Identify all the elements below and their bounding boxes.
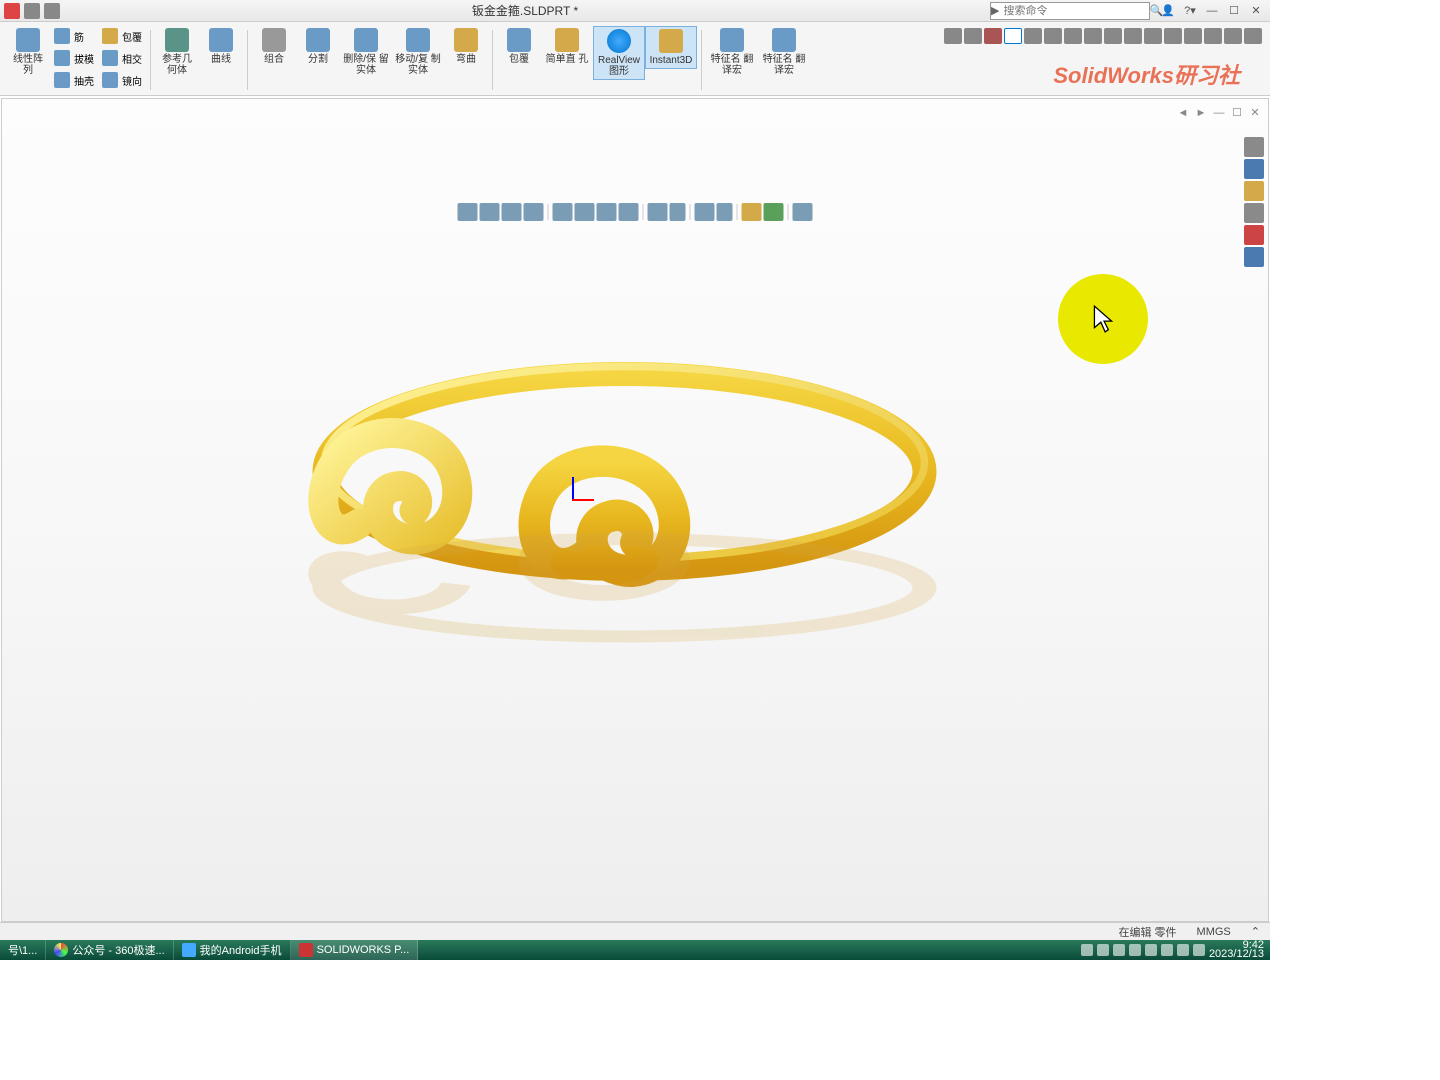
filter-icon-9[interactable]	[1104, 28, 1122, 44]
vt-icon-a[interactable]	[695, 203, 715, 221]
minimize-button[interactable]: —	[1202, 3, 1222, 19]
mirror-button[interactable]: 镜向	[98, 70, 146, 90]
status-chevron-icon[interactable]: ⌃	[1251, 925, 1260, 938]
home-icon[interactable]	[1244, 137, 1264, 157]
shell-button[interactable]: 抽壳	[50, 70, 98, 90]
document-title: 钣金金箍.SLDPRT *	[60, 2, 990, 19]
watermark-text: SolidWorks研习社	[1053, 58, 1240, 90]
hide-show-icon[interactable]	[597, 203, 617, 221]
task-item-2[interactable]: 公众号 - 360极速...	[46, 940, 173, 960]
search-box[interactable]: ▶ 🔍	[990, 2, 1150, 20]
gear-icon[interactable]	[44, 3, 60, 19]
display-style-icon[interactable]	[575, 203, 595, 221]
appearances-icon[interactable]	[1244, 247, 1264, 267]
feature-name-macro-button[interactable]: 特征名 翻译宏	[706, 26, 758, 78]
curves-button[interactable]: 曲线	[199, 26, 243, 67]
task-item-3[interactable]: 我的Android手机	[174, 940, 291, 960]
realview-button[interactable]: RealView 图形	[593, 26, 645, 80]
tray-icon-8[interactable]	[1193, 944, 1205, 956]
filter-icon-8[interactable]	[1084, 28, 1102, 44]
rib-button[interactable]: 筋	[50, 26, 98, 46]
ref-geometry-button[interactable]: 参考几 何体	[155, 26, 199, 78]
tray-icon-1[interactable]	[1081, 944, 1093, 956]
tray-icon-6[interactable]	[1161, 944, 1173, 956]
vp-prev-icon[interactable]: ◄	[1176, 107, 1190, 119]
close-button[interactable]: ✕	[1246, 3, 1266, 19]
view-heads-up-toolbar	[458, 201, 813, 223]
filter-icon-5[interactable]	[1024, 28, 1042, 44]
linear-pattern-button[interactable]: 线性阵 列	[6, 26, 50, 78]
vt-icon-b[interactable]	[717, 203, 733, 221]
status-bar: 在编辑 零件 MMGS ⌃	[0, 922, 1270, 940]
design-library-icon[interactable]	[1244, 181, 1264, 201]
filter-icon-15[interactable]	[1224, 28, 1242, 44]
filter-icon-12[interactable]	[1164, 28, 1182, 44]
view-palette-icon[interactable]	[1244, 225, 1264, 245]
filter-icon-3[interactable]	[984, 28, 1002, 44]
tray-icon-5[interactable]	[1145, 944, 1157, 956]
intersect-button[interactable]: 相交	[98, 48, 146, 68]
instant3d-button[interactable]: Instant3D	[645, 26, 697, 69]
filter-icon-6[interactable]	[1044, 28, 1062, 44]
view-orient-icon[interactable]	[553, 203, 573, 221]
vp-maximize-icon[interactable]: ☐	[1230, 107, 1244, 119]
delete-keep-button[interactable]: 删除/保 留实体	[340, 26, 392, 78]
search-play-icon: ▶	[991, 4, 999, 17]
edit-status: 在编辑 零件	[1118, 924, 1176, 940]
prev-view-icon[interactable]	[502, 203, 522, 221]
tray-icon-2[interactable]	[1097, 944, 1109, 956]
selection-filter-bar	[942, 26, 1264, 46]
split-button[interactable]: 分割	[296, 26, 340, 67]
vt-icon-e[interactable]	[793, 203, 813, 221]
combine-button[interactable]: 组合	[252, 26, 296, 67]
file-explorer-icon[interactable]	[1244, 203, 1264, 223]
filter-icon-13[interactable]	[1184, 28, 1202, 44]
apply-scene-icon[interactable]	[648, 203, 668, 221]
task-pane	[1244, 137, 1266, 267]
task-item-solidworks[interactable]: SOLIDWORKS P...	[291, 940, 419, 960]
filter-icon-2[interactable]	[964, 28, 982, 44]
draft-button[interactable]: 拔模	[50, 48, 98, 68]
cursor-highlight	[1058, 274, 1148, 364]
simple-hole-button[interactable]: 简单直 孔	[541, 26, 593, 67]
select-arrow-icon[interactable]	[1004, 28, 1022, 44]
system-tray: 9:422023/12/13	[1081, 941, 1270, 959]
vp-close-icon[interactable]: ✕	[1248, 107, 1262, 119]
app-icon[interactable]	[4, 3, 20, 19]
section-view-icon[interactable]	[524, 203, 544, 221]
filter-icon-16[interactable]	[1244, 28, 1262, 44]
task-item-1[interactable]: 号\1...	[0, 940, 46, 960]
view-settings-icon[interactable]	[670, 203, 686, 221]
vp-minimize-icon[interactable]: —	[1212, 107, 1226, 119]
feature-name-macro2-button[interactable]: 特征名 翻译宏	[758, 26, 810, 78]
flex-button[interactable]: 弯曲	[444, 26, 488, 67]
filter-icon-1[interactable]	[944, 28, 962, 44]
user-icon[interactable]: 👤	[1158, 3, 1178, 19]
resources-icon[interactable]	[1244, 159, 1264, 179]
tray-icon-7[interactable]	[1177, 944, 1189, 956]
3d-viewport[interactable]: ◄ ► — ☐ ✕	[1, 98, 1269, 922]
menu-icon[interactable]	[24, 3, 40, 19]
maximize-button[interactable]: ☐	[1224, 3, 1244, 19]
wrap-button[interactable]: 包覆	[98, 26, 146, 46]
wrap2-button[interactable]: 包覆	[497, 26, 541, 67]
filter-icon-11[interactable]	[1144, 28, 1162, 44]
clock[interactable]: 9:422023/12/13	[1209, 941, 1264, 959]
vt-icon-c[interactable]	[742, 203, 762, 221]
filter-icon-14[interactable]	[1204, 28, 1222, 44]
filter-icon-10[interactable]	[1124, 28, 1142, 44]
zoom-fit-icon[interactable]	[458, 203, 478, 221]
edit-appearance-icon[interactable]	[619, 203, 639, 221]
help-icon[interactable]: ?▾	[1180, 3, 1200, 19]
filter-icon-7[interactable]	[1064, 28, 1082, 44]
tray-icon-3[interactable]	[1113, 944, 1125, 956]
zoom-area-icon[interactable]	[480, 203, 500, 221]
vt-icon-d[interactable]	[764, 203, 784, 221]
vp-next-icon[interactable]: ►	[1194, 107, 1208, 119]
tray-icon-4[interactable]	[1129, 944, 1141, 956]
search-input[interactable]	[999, 5, 1149, 17]
windows-taskbar: 号\1... 公众号 - 360极速... 我的Android手机 SOLIDW…	[0, 940, 1270, 960]
move-copy-button[interactable]: 移动/复 制实体	[392, 26, 444, 78]
units-label[interactable]: MMGS	[1197, 926, 1231, 938]
